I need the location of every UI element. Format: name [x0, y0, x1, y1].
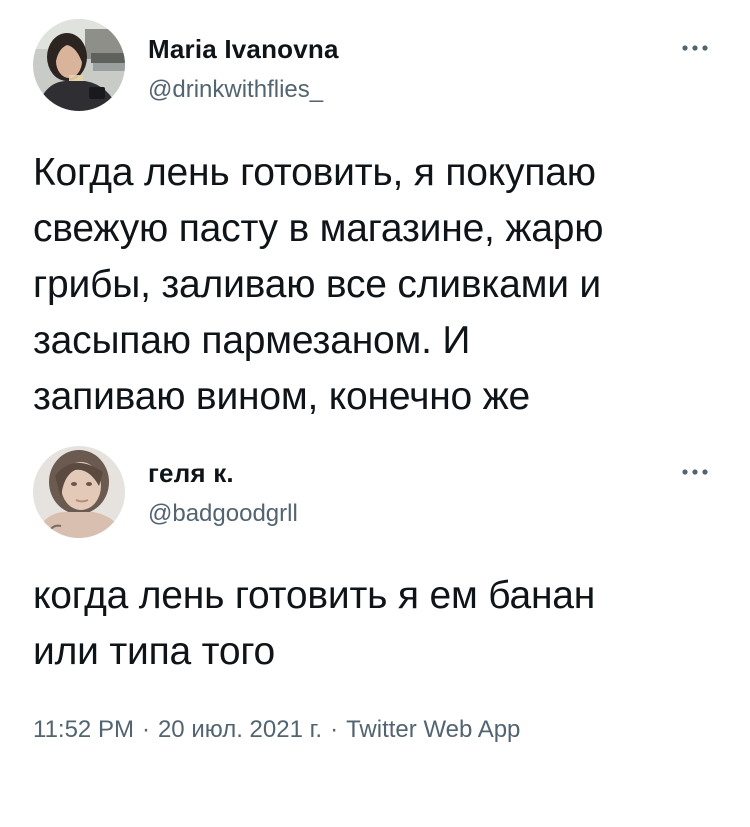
tweet-text: когда лень готовить я ем банан или типа … [33, 574, 596, 673]
user-handle[interactable]: @badgoodgrll [148, 500, 298, 528]
user-handle[interactable]: @drinkwithflies_ [148, 76, 323, 104]
tweet-date[interactable]: 20 июл. 2021 г. [158, 716, 322, 743]
avatar[interactable] [33, 19, 125, 111]
tweet-source[interactable]: Twitter Web App [346, 716, 520, 743]
separator: · [330, 716, 339, 743]
more-horizontal-icon[interactable] [680, 38, 710, 58]
separator: · [141, 716, 150, 743]
display-name[interactable]: Maria Ivanovna [148, 34, 339, 65]
display-name[interactable]: геля к. [148, 458, 234, 489]
avatar-photo [33, 19, 125, 111]
avatar-photo [33, 446, 125, 538]
tweet-time[interactable]: 11:52 PM [33, 716, 134, 743]
tweet-text: Когда лень готовить, я покупаю свежую па… [33, 151, 604, 418]
tweet-meta: 11:52 PM · 20 июл. 2021 г. · Twitter Web App [33, 716, 520, 744]
avatar[interactable] [33, 446, 125, 538]
more-horizontal-icon[interactable] [680, 462, 710, 482]
